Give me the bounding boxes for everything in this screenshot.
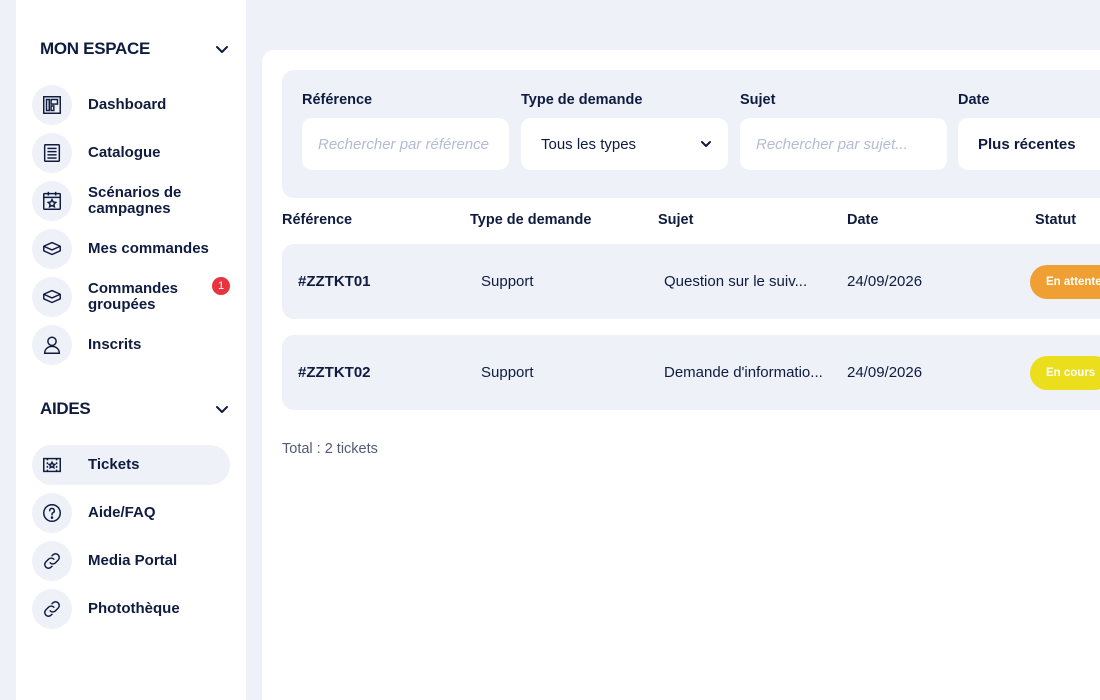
sidebar-item-phototheque[interactable]: Photothèque	[32, 589, 230, 629]
campaign-scenario-icon	[32, 181, 72, 221]
ticket-status-cell: En cours	[1030, 335, 1100, 410]
chevron-down-icon	[216, 46, 228, 53]
ticket-subject: Demande d'informatio...	[664, 364, 823, 381]
ticket-date: 24/09/2026	[847, 364, 923, 381]
column-header-date[interactable]: Date	[847, 212, 878, 228]
help-icon	[32, 493, 72, 533]
sidebar-item-tickets[interactable]: Tickets	[32, 445, 230, 485]
sidebar-item-label: Tickets	[88, 456, 140, 473]
ticket-type: Support	[481, 364, 534, 381]
catalogue-icon	[32, 133, 72, 173]
table-row[interactable]: #ZZTKT01 Support Question sur le suiv...…	[282, 244, 1100, 319]
date-sort-value: Plus récentes	[978, 135, 1076, 153]
link-icon	[32, 541, 72, 581]
column-header-type[interactable]: Type de demande	[470, 212, 591, 228]
filter-label: Date	[958, 92, 990, 108]
ticket-status-cell: En attente	[1030, 244, 1100, 319]
table-header: Référence Type de demande Sujet Date Sta…	[282, 212, 1100, 232]
filter-bar: Référence Type de demande Tous les types…	[282, 70, 1100, 198]
sidebar-item-campaign-scenarios[interactable]: Scénarios de campagnes	[32, 181, 230, 221]
chevron-down-icon	[701, 141, 711, 147]
subject-search-box	[740, 118, 947, 170]
sidebar-item-media-portal[interactable]: Media Portal	[32, 541, 230, 581]
column-header-status[interactable]: Statut	[1035, 212, 1076, 228]
sidebar-item-label: Inscrits	[88, 336, 142, 353]
column-header-reference[interactable]: Référence	[282, 212, 352, 228]
sidebar: MON ESPACE Dashboard Catalogue Scénarios…	[16, 0, 246, 700]
filter-label: Sujet	[740, 92, 776, 108]
table-row[interactable]: #ZZTKT02 Support Demande d'informatio...…	[282, 335, 1100, 410]
ticket-date: 24/09/2026	[847, 273, 923, 290]
sidebar-item-label: Catalogue	[88, 144, 161, 161]
filter-label: Type de demande	[521, 92, 643, 108]
sidebar-item-label: Aide/FAQ	[88, 504, 156, 521]
status-badge: En attente	[1030, 264, 1100, 299]
column-header-subject[interactable]: Sujet	[658, 212, 693, 228]
tickets-panel: Référence Type de demande Tous les types…	[262, 50, 1100, 700]
section-title: AIDES	[40, 399, 91, 418]
section-mon-espace-toggle[interactable]: MON ESPACE	[40, 37, 230, 61]
sidebar-item-label: Commandes groupées	[88, 280, 179, 313]
ticket-reference: #ZZTKT01	[298, 273, 371, 290]
reference-search-box	[302, 118, 509, 170]
type-select[interactable]: Tous les types	[521, 118, 728, 170]
status-badge: En cours	[1030, 355, 1100, 390]
tickets-total: Total : 2 tickets	[282, 441, 378, 457]
box-icon	[32, 229, 72, 269]
filter-type: Type de demande Tous les types	[521, 92, 728, 170]
filter-reference: Référence	[302, 92, 509, 170]
subject-search-input[interactable]	[756, 135, 931, 153]
filter-date: Date Plus récentes	[958, 92, 1100, 170]
sidebar-item-registered[interactable]: Inscrits	[32, 325, 230, 365]
sidebar-item-label: Mes commandes	[88, 240, 209, 257]
ticket-icon	[32, 445, 72, 485]
section-aides-toggle[interactable]: AIDES	[40, 397, 230, 421]
sidebar-item-label: Scénarios de campagnes	[88, 184, 182, 217]
link-icon	[32, 589, 72, 629]
sidebar-item-label: Media Portal	[88, 552, 178, 569]
sidebar-item-catalogue[interactable]: Catalogue	[32, 133, 230, 173]
filter-subject: Sujet	[740, 92, 947, 170]
section-title: MON ESPACE	[40, 39, 151, 58]
user-icon	[32, 325, 72, 365]
sidebar-item-grouped-orders[interactable]: Commandes groupées 1	[32, 277, 230, 317]
date-sort-select[interactable]: Plus récentes	[958, 118, 1100, 170]
sidebar-item-dashboard[interactable]: Dashboard	[32, 85, 230, 125]
app-root: MON ESPACE Dashboard Catalogue Scénarios…	[0, 0, 1100, 700]
ticket-type: Support	[481, 273, 534, 290]
notification-badge: 1	[212, 277, 230, 295]
ticket-reference: #ZZTKT02	[298, 364, 371, 381]
sidebar-item-label: Photothèque	[88, 600, 180, 617]
reference-search-input[interactable]	[318, 135, 493, 153]
sidebar-item-my-orders[interactable]: Mes commandes	[32, 229, 230, 269]
sidebar-item-label: Dashboard	[88, 96, 167, 113]
chevron-down-icon	[216, 406, 228, 413]
type-select-value: Tous les types	[541, 135, 637, 153]
sidebar-item-help-faq[interactable]: Aide/FAQ	[32, 493, 230, 533]
box-icon	[32, 277, 72, 317]
ticket-subject: Question sur le suiv...	[664, 273, 808, 290]
filter-label: Référence	[302, 92, 373, 108]
dashboard-icon	[32, 85, 72, 125]
